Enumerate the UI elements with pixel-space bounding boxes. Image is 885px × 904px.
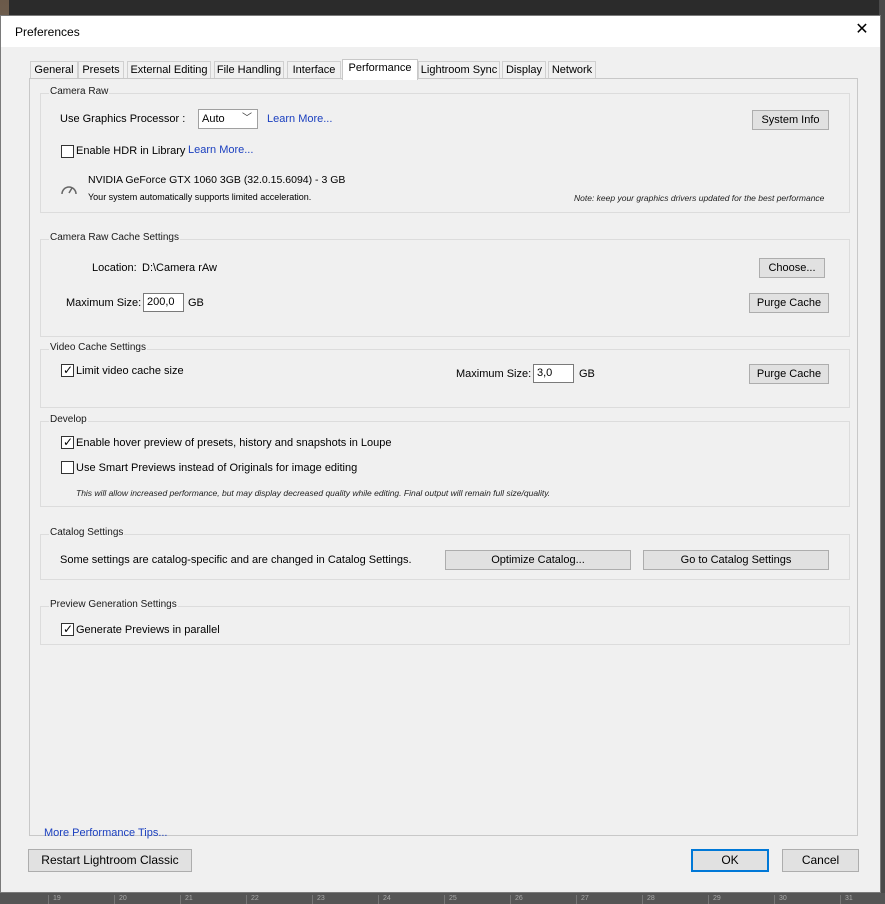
optimize-catalog-button[interactable]: Optimize Catalog... [445,550,631,570]
filmstrip-number: 29 [708,895,774,904]
gpu-label: Use Graphics Processor : [60,113,186,125]
location-value: D:\Camera rAw [142,262,217,274]
title-bar: Preferences ✕ [1,16,880,47]
filmstrip-number: 20 [114,895,180,904]
background-filmstrip-bottom: 19 20 21 22 23 24 25 26 27 28 29 30 31 [0,893,885,904]
filmstrip-number: 22 [246,895,312,904]
filmstrip-number: 25 [444,895,510,904]
choose-button[interactable]: Choose... [759,258,825,278]
filmstrip-number: 19 [48,895,114,904]
gpu-learn-more-link[interactable]: Learn More... [267,113,332,125]
speedometer-icon [61,186,77,195]
dialog-title: Preferences [15,25,80,39]
filmstrip-number: 27 [576,895,642,904]
max-size-label: Maximum Size: [66,297,142,309]
group-title: Catalog Settings [49,527,125,538]
filmstrip-number: 26 [510,895,576,904]
catalog-info-text: Some settings are catalog-specific and a… [60,554,412,566]
filmstrip-number: 23 [312,895,378,904]
hover-preview-checkbox[interactable]: ✓ [61,435,74,449]
cancel-button[interactable]: Cancel [782,849,859,872]
tab-presets[interactable]: Presets [78,61,124,79]
checkmark-icon: ✓ [62,435,74,449]
checkmark-icon: ✓ [62,363,74,377]
filmstrip-number: 24 [378,895,444,904]
preview-generation-group: Preview Generation Settings ✓ Generate P… [40,599,850,645]
tab-lightroom-sync[interactable]: Lightroom Sync [418,61,500,79]
chevron-down-icon: ﹀ [242,113,252,124]
limit-video-cache-label: Limit video cache size [76,365,184,377]
smart-previews-checkbox[interactable] [61,461,74,474]
video-cache-unit: GB [579,368,595,380]
cache-size-input[interactable]: 200,0 [143,293,184,312]
tab-network[interactable]: Network [548,61,596,79]
filmstrip-number: 31 [840,895,885,904]
hdr-label: Enable HDR in Library [76,145,186,157]
group-title: Preview Generation Settings [49,599,178,610]
group-title: Camera Raw Cache Settings [49,232,180,243]
parallel-previews-label: Generate Previews in parallel [76,624,220,636]
video-cache-size-input[interactable]: 3,0 [533,364,574,383]
system-info-button[interactable]: System Info [752,110,829,130]
hdr-checkbox[interactable] [61,145,74,158]
tab-file-handling[interactable]: File Handling [214,61,284,79]
hdr-learn-more-link[interactable]: Learn More... [188,144,253,156]
performance-tips-link[interactable]: More Performance Tips... [44,827,168,839]
video-max-size-label: Maximum Size: [456,368,532,380]
group-title: Camera Raw [49,86,110,97]
camera-raw-group: Camera Raw Use Graphics Processor : Auto… [40,86,850,213]
preferences-dialog: Preferences ✕ General Presets External E… [0,15,881,893]
tab-performance[interactable]: Performance [342,59,418,80]
driver-note: Note: keep your graphics drivers updated… [574,193,825,203]
smart-previews-label: Use Smart Previews instead of Originals … [76,462,358,474]
filmstrip-number: 30 [774,895,840,904]
smart-previews-note: This will allow increased performance, b… [76,488,551,498]
tab-external-editing[interactable]: External Editing [127,61,211,79]
parallel-previews-checkbox[interactable]: ✓ [61,622,74,636]
performance-panel: Camera Raw Use Graphics Processor : Auto… [29,78,858,839]
hover-preview-label: Enable hover preview of presets, history… [76,437,392,449]
tab-interface[interactable]: Interface [287,61,341,79]
restart-lightroom-button[interactable]: Restart Lightroom Classic [28,849,192,872]
tab-display[interactable]: Display [502,61,546,79]
checkmark-icon: ✓ [62,622,74,636]
develop-group: Develop ✓ Enable hover preview of preset… [40,414,850,507]
purge-cache-button[interactable]: Purge Cache [749,293,829,313]
video-purge-cache-button[interactable]: Purge Cache [749,364,829,384]
gpu-select[interactable]: Auto ﹀ [198,109,258,129]
gpu-name: NVIDIA GeForce GTX 1060 3GB (32.0.15.609… [88,174,346,186]
group-title: Develop [49,414,88,425]
close-icon[interactable]: ✕ [854,21,870,39]
gpu-status: Your system automatically supports limit… [88,192,312,202]
camera-raw-cache-group: Camera Raw Cache Settings Location: D:\C… [40,232,850,337]
catalog-settings-group: Catalog Settings Some settings are catal… [40,527,850,580]
tab-general[interactable]: General [30,61,78,79]
group-title: Video Cache Settings [49,342,147,353]
gpu-select-value: Auto [202,113,225,125]
ok-button[interactable]: OK [691,849,769,872]
background-top-strip [0,0,885,16]
filmstrip-number: 28 [642,895,708,904]
location-label: Location: [92,262,137,274]
go-to-catalog-settings-button[interactable]: Go to Catalog Settings [643,550,829,570]
video-cache-group: Video Cache Settings ✓ Limit video cache… [40,342,850,408]
cache-unit: GB [188,297,204,309]
filmstrip-number: 21 [180,895,246,904]
limit-video-cache-checkbox[interactable]: ✓ [61,363,74,377]
